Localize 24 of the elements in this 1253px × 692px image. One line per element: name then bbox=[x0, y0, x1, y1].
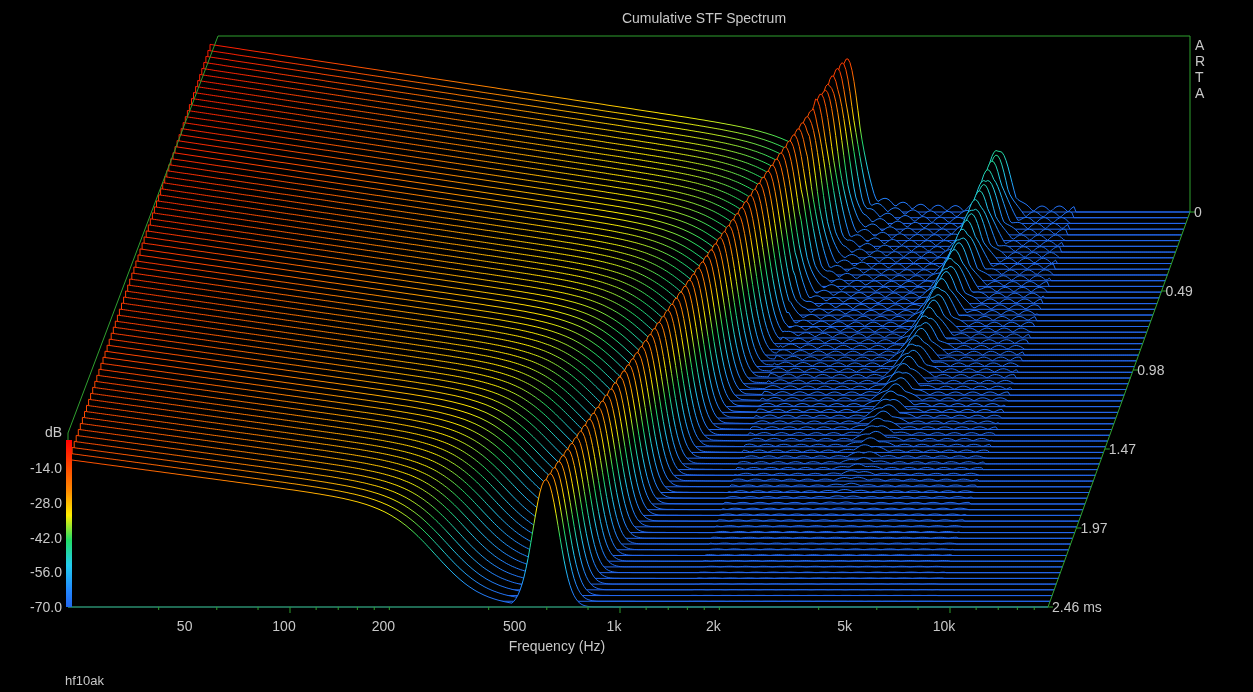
chart-title: Cumulative STF Spectrum bbox=[621, 10, 787, 26]
tick-label: 50 bbox=[176, 618, 193, 634]
tick-label: 1k bbox=[606, 618, 622, 634]
tick-label: 10k bbox=[932, 618, 956, 634]
tick-label: 0.49 bbox=[1165, 283, 1193, 299]
tick-label: -42.0 bbox=[30, 529, 62, 546]
file-name-label: hf10ak bbox=[65, 673, 105, 688]
tick-label: -28.0 bbox=[30, 494, 62, 511]
brand-label: ARTA bbox=[1195, 37, 1203, 101]
tick-label: 1.97 bbox=[1080, 520, 1108, 536]
axis-label: Frequency (Hz) bbox=[508, 638, 606, 654]
tick-label: -14.0 bbox=[30, 460, 62, 476]
tick-label: 0.98 bbox=[1137, 362, 1165, 378]
tick-label: -56.0 bbox=[30, 564, 62, 581]
tick-label: -70.0 bbox=[30, 599, 62, 615]
tick-label: 500 bbox=[503, 618, 527, 634]
tick-label: 100 bbox=[272, 618, 296, 634]
tick-label: 2k bbox=[705, 618, 721, 634]
tick-label: 2.46 ms bbox=[1052, 599, 1102, 615]
tick-label: 200 bbox=[371, 618, 395, 634]
tick-label: 1.47 bbox=[1108, 441, 1137, 457]
tick-label: 5k bbox=[837, 618, 853, 634]
axis-label: dB bbox=[44, 424, 62, 440]
tick-label: 0 bbox=[1194, 204, 1202, 220]
